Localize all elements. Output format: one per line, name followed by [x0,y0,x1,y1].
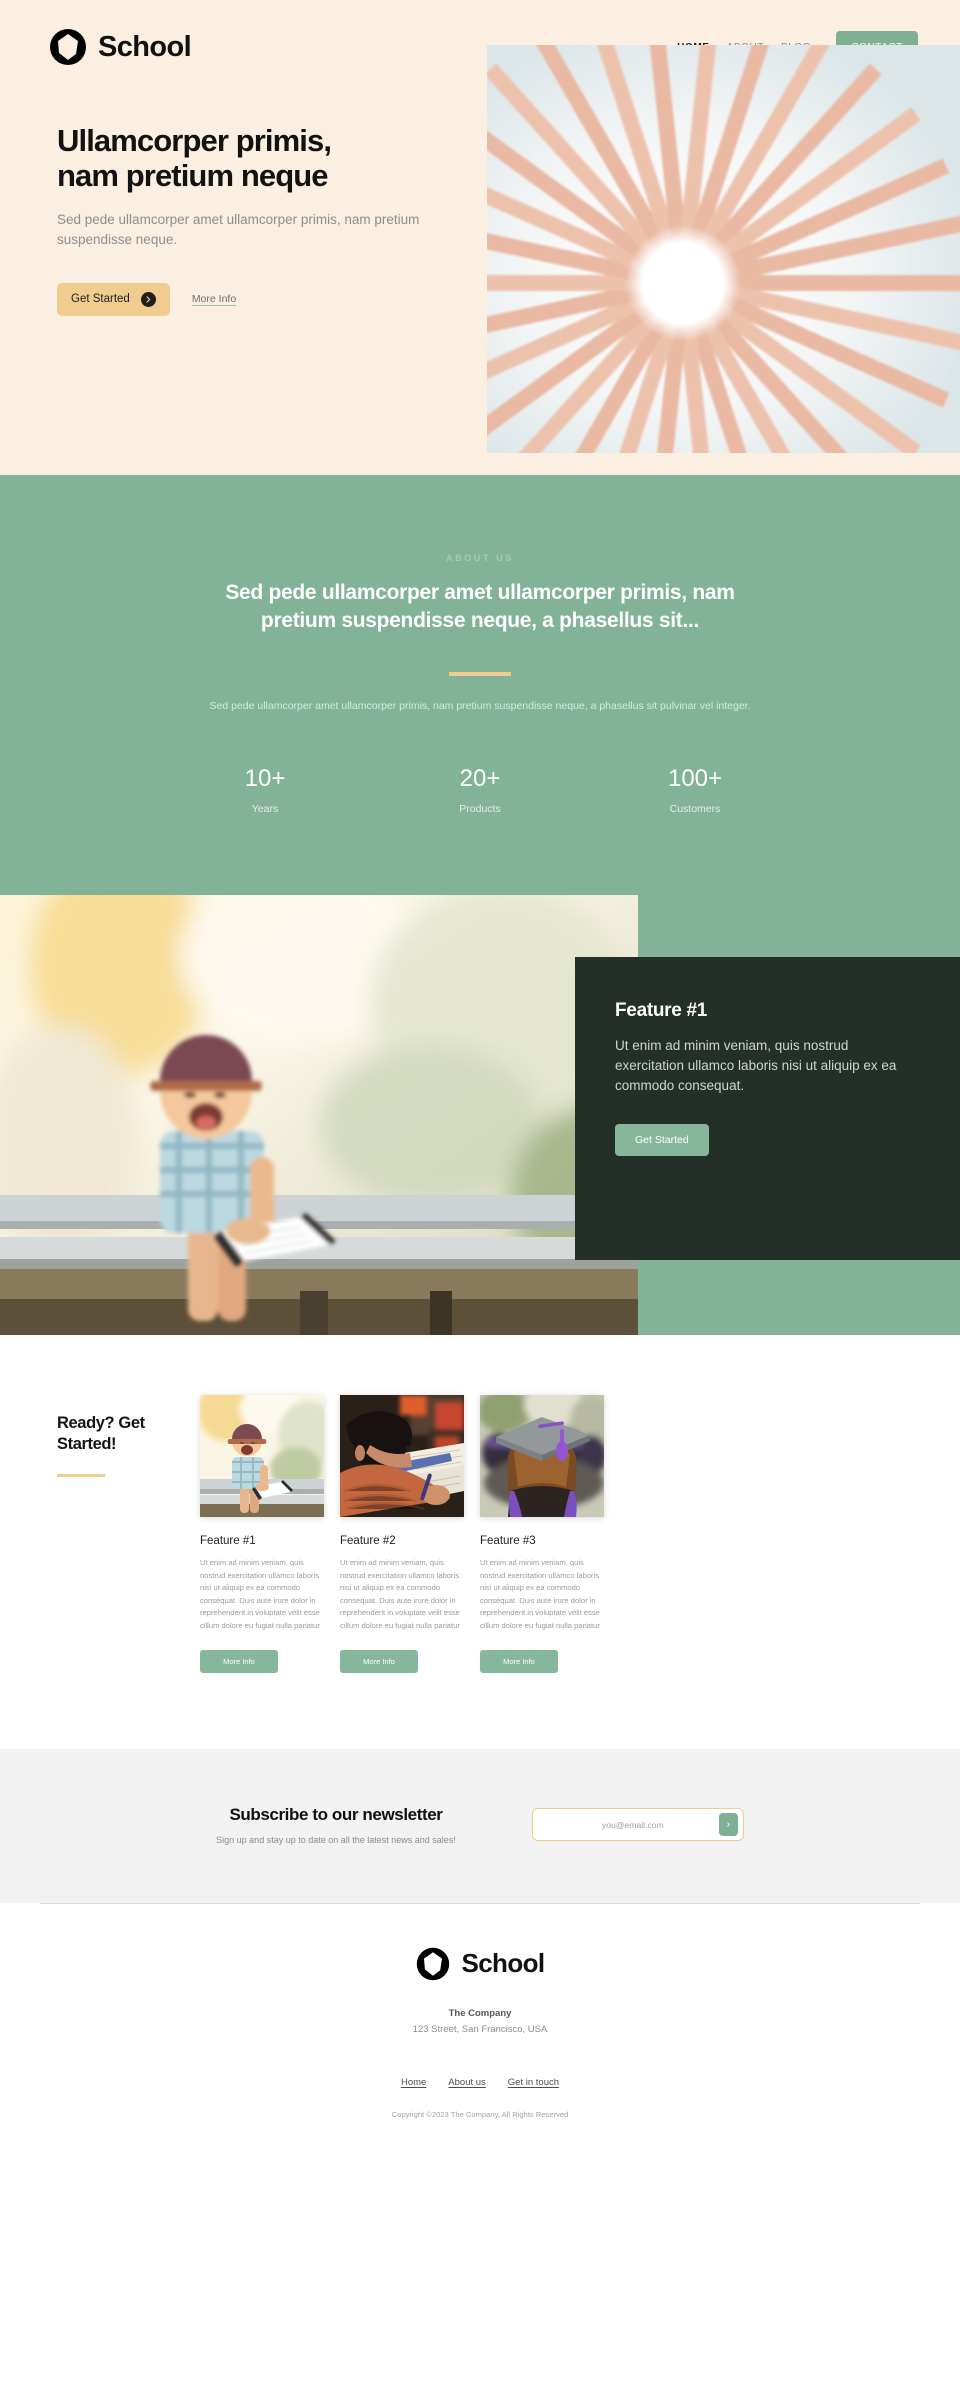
footer-brand-name: School [461,1948,545,1979]
feature-card-3-more-info-button[interactable]: More Info [480,1649,558,1673]
footer-link-about-us[interactable]: About us [448,2077,486,2088]
newsletter-form: › [531,1808,744,1842]
arrow-right-circle-icon [140,291,156,307]
feature-split-section: Feature #1 Ut enim ad minim veniam, quis… [0,895,960,1335]
circle-polygon-logo-icon [415,1946,451,1982]
footer-brand-logo[interactable]: School [0,1904,960,1982]
brand-name: School [98,30,192,63]
newsletter-copy: Subscribe to our newsletter Sign up and … [216,1805,456,1845]
feature-card-body: Ut enim ad minim veniam, quis nostrud ex… [615,1038,897,1093]
newsletter-inner: Subscribe to our newsletter Sign up and … [0,1805,960,1845]
feature-card-3-body: Ut enim ad minim veniam, quis nostrud ex… [480,1558,600,1630]
hero-copy: Ullamcorper primis, nam pretium neque Se… [0,72,500,316]
stat-years-label: Years [251,803,279,816]
about-eyebrow: ABOUT US [446,553,514,563]
feature-card-3-title: Feature #3 [480,1535,536,1547]
cards-row: Feature #1 Ut enim ad minim veniam, quis… [200,1395,604,1673]
hero-body: Ullamcorper primis, nam pretium neque Se… [0,45,960,453]
stats-row: 10+ Years 20+ Products 100+ Customers [0,765,960,815]
newsletter-email-input[interactable] [546,1819,719,1830]
stat-customers-label: Customers [669,803,721,816]
hero-get-started-button[interactable]: Get Started [57,282,170,316]
hero-pencils-image [487,45,960,453]
newsletter-section: Subscribe to our newsletter Sign up and … [0,1748,960,1903]
feature-card-2-title: Feature #2 [340,1535,396,1547]
footer-company-name: The Company [448,2007,512,2019]
stat-customers: 100+ Customers [588,765,803,815]
about-body-text: Sed pede ullamcorper amet ullamcorper pr… [209,700,751,713]
hero-title: Ullamcorper primis, nam pretium neque [57,123,500,193]
newsletter-submit-button[interactable]: › [718,1813,738,1837]
hero-title-line-1: Ullamcorper primis, [57,123,332,158]
hero-title-line-2: nam pretium neque [57,157,329,193]
stat-products-label: Products [459,803,501,816]
newsletter-heading: Subscribe to our newsletter [229,1804,443,1824]
brand-logo[interactable]: School [48,27,192,67]
stat-years: 10+ Years [158,765,373,815]
features-cards-section: Ready? Get Started! Feature #1 Ut enim a… [0,1335,960,1749]
feature-card-2-body: Ut enim ad minim veniam, quis nostrud ex… [340,1558,460,1630]
stat-products: 20+ Products [373,765,588,815]
stat-years-value: 10+ [244,765,286,793]
chevron-right-icon: › [726,1819,730,1831]
hero-actions: Get Started More Info [57,282,500,316]
feature-card-title: Feature #1 [615,1000,708,1021]
cards-heading: Ready? Get Started! [57,1414,145,1453]
feature-card-2: Feature #2 Ut enim ad minim veniam, quis… [340,1395,464,1673]
feature-card-1-title: Feature #1 [200,1535,256,1547]
footer-copyright: Copyright ©2023 The Company, All Rights … [391,2109,569,2119]
landing-page: School HOME ABOUT BLOG CONTACT Ullamcorp… [0,0,960,2145]
about-divider-rule [449,672,511,677]
feature-card-1: Feature #1 Ut enim ad minim veniam, quis… [200,1395,324,1673]
feature-card-get-started-button[interactable]: Get Started [615,1123,709,1156]
about-section: ABOUT US Sed pede ullamcorper amet ullam… [0,475,960,895]
feature-card-2-more-info-button[interactable]: More Info [340,1649,418,1673]
feature-card-1-body: Ut enim ad minim veniam, quis nostrud ex… [200,1558,320,1630]
feature-card-1-more-info-button[interactable]: More Info [200,1649,278,1673]
about-title: Sed pede ullamcorper amet ullamcorper pr… [225,581,735,633]
footer: School The Company 123 Street, San Franc… [0,1902,960,2145]
cards-wrapper: Ready? Get Started! Feature #1 Ut enim a… [0,1395,960,1673]
hero-subtitle: Sed pede ullamcorper amet ullamcorper pr… [57,212,420,247]
footer-address: 123 Street, San Francisco, USA [412,2023,548,2035]
hero-section: School HOME ABOUT BLOG CONTACT Ullamcorp… [0,0,960,475]
footer-link-home[interactable]: Home [401,2077,426,2088]
cards-heading-rule [57,1474,105,1478]
stat-products-value: 20+ [459,765,501,793]
hero-more-info-link[interactable]: More Info [192,293,236,305]
feature-card-3: Feature #3 Ut enim ad minim veniam, quis… [480,1395,604,1673]
hero-get-started-label: Get Started [71,293,130,306]
stat-customers-value: 100+ [667,765,723,793]
cards-heading-block: Ready? Get Started! [57,1395,197,1673]
feature-card-1-image [200,1395,324,1517]
newsletter-subtext: Sign up and stay up to date on all the l… [216,1834,456,1845]
feature-card-2-image [340,1395,464,1517]
footer-link-get-in-touch[interactable]: Get in touch [508,2077,559,2088]
footer-links: Home About us Get in touch [0,2077,960,2088]
feature-card-3-image [480,1395,604,1517]
feature-card-overlay: Feature #1 Ut enim ad minim veniam, quis… [575,957,960,1260]
circle-polygon-logo-icon [48,27,88,67]
feature-boy-image [0,895,638,1335]
